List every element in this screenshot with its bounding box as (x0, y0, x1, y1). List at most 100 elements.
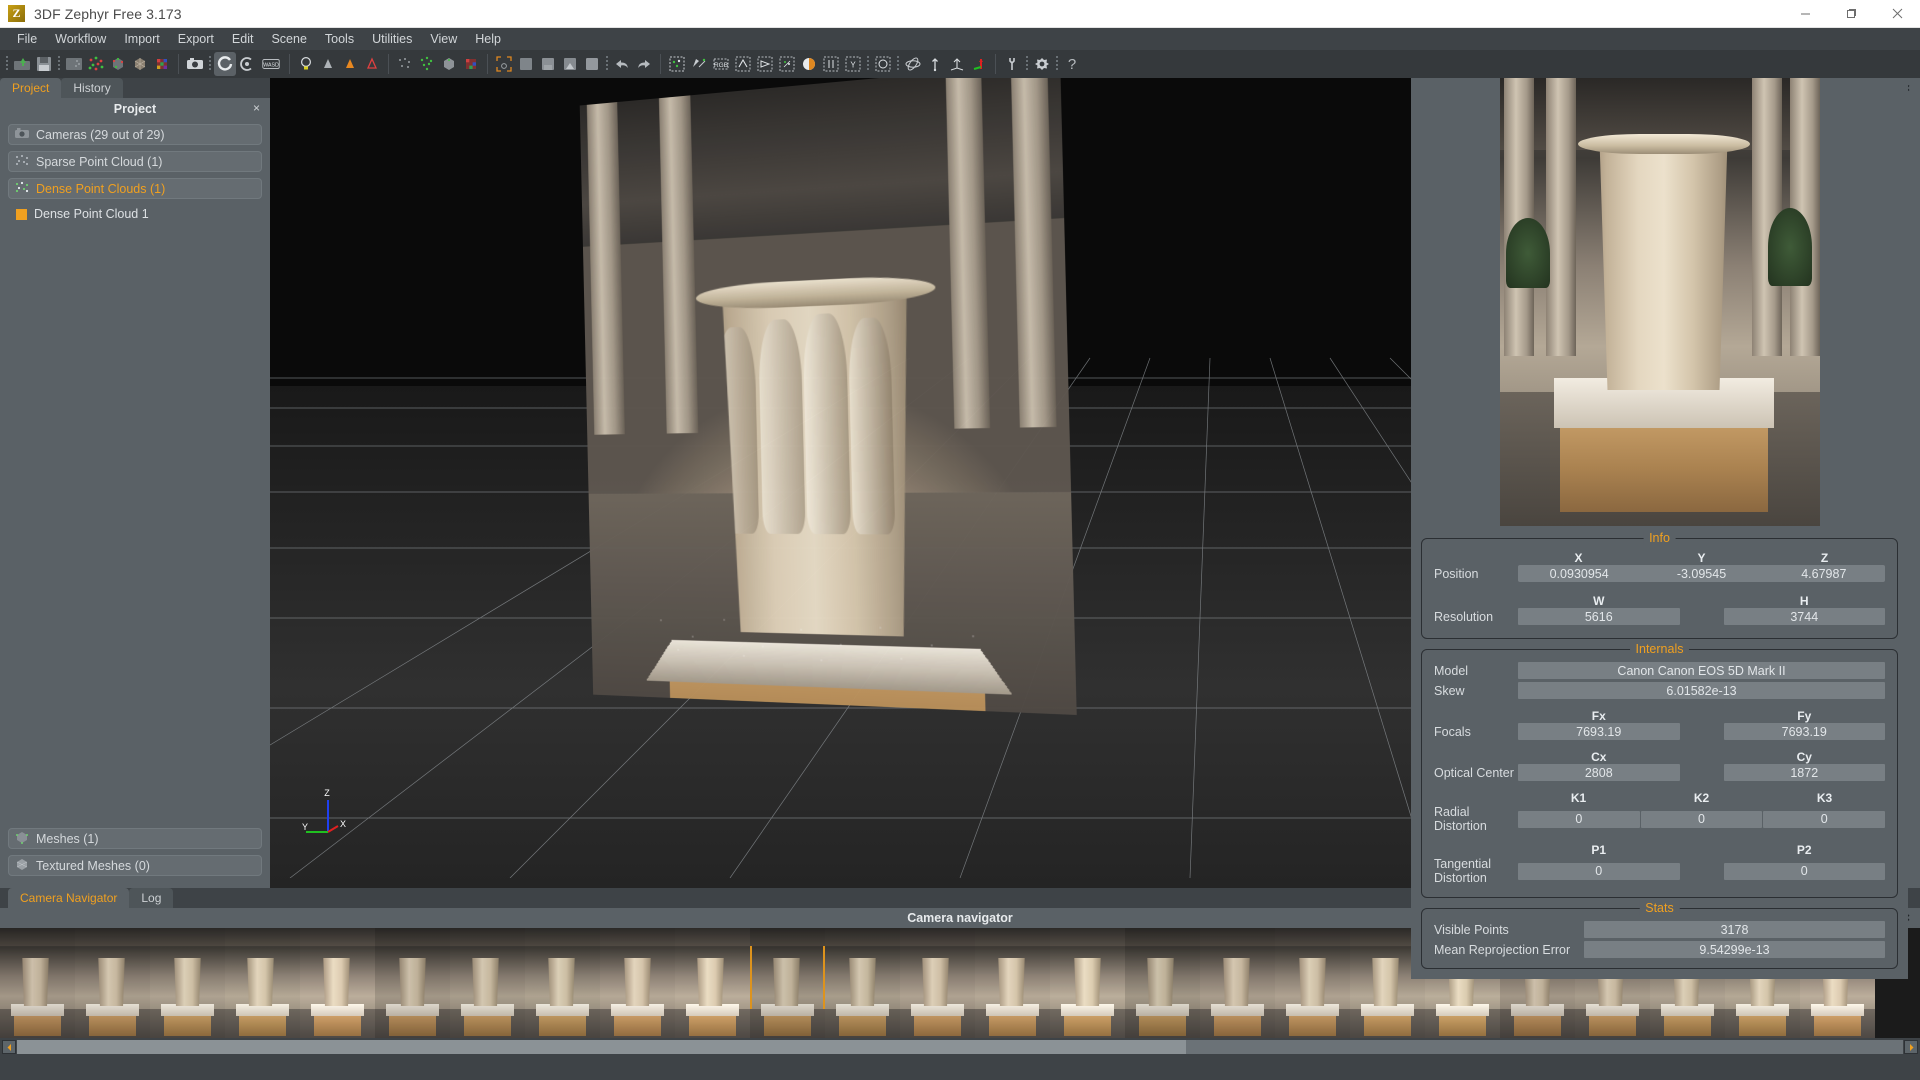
menu-view[interactable]: View (421, 29, 466, 49)
minimize-icon[interactable] (1782, 0, 1828, 28)
settings-gear-icon[interactable] (1031, 52, 1053, 76)
camera-thumbnail[interactable] (1275, 928, 1350, 1038)
camera-snapshot-icon[interactable] (184, 52, 206, 76)
cone-red-icon[interactable] (361, 52, 383, 76)
rgb-icon[interactable]: RGB (710, 52, 732, 76)
camera-thumbnail[interactable] (600, 928, 675, 1038)
camera-thumbnail[interactable] (1125, 928, 1200, 1038)
camera-thumbnail[interactable] (75, 928, 150, 1038)
camera-cone-icon[interactable] (754, 52, 776, 76)
filmstrip-scrollbar[interactable] (0, 1038, 1920, 1056)
resolution-header-h: H (1799, 594, 1809, 608)
tree-node-meshes[interactable]: Meshes (1) (8, 828, 262, 849)
open-project-icon[interactable] (11, 52, 33, 76)
tree-node-cameras[interactable]: Cameras (29 out of 29) (8, 124, 262, 145)
tab-project[interactable]: Project (0, 78, 62, 98)
menu-help[interactable]: Help (466, 29, 510, 49)
help-question-icon[interactable]: ? (1061, 52, 1083, 76)
maximize-icon[interactable] (1828, 0, 1874, 28)
camera-thumbnail[interactable] (1050, 928, 1125, 1038)
scroll-right-button[interactable] (1904, 1040, 1918, 1054)
tab-log[interactable]: Log (129, 888, 174, 908)
render-shaded-icon[interactable] (515, 52, 537, 76)
tab-history[interactable]: History (61, 78, 123, 98)
tree-node-textured-meshes[interactable]: Textured Meshes (0) (8, 855, 262, 876)
select-points-icon[interactable] (666, 52, 688, 76)
scrollbar-thumb[interactable] (17, 1040, 1187, 1054)
points-dense-icon[interactable] (416, 52, 438, 76)
textured-mesh-icon[interactable] (151, 52, 173, 76)
camera-thumbnail[interactable] (525, 928, 600, 1038)
render-solid-icon[interactable] (581, 52, 603, 76)
menu-edit[interactable]: Edit (223, 29, 263, 49)
measure-icon[interactable] (732, 52, 754, 76)
tools-wrench-icon[interactable] (1001, 52, 1023, 76)
undo-icon[interactable] (611, 52, 633, 76)
camera-thumbnail[interactable] (750, 928, 825, 1038)
menu-workflow[interactable]: Workflow (46, 29, 115, 49)
camera-thumbnail[interactable] (675, 928, 750, 1038)
resolution-header-w: W (1593, 594, 1605, 608)
toolbar-grip[interactable] (55, 53, 63, 75)
camera-thumbnail[interactable] (975, 928, 1050, 1038)
camera-thumbnail[interactable] (825, 928, 900, 1038)
textured-cube-icon[interactable] (460, 52, 482, 76)
tab-camera-navigator[interactable]: Camera Navigator (8, 888, 130, 908)
light-bulb-icon[interactable] (295, 52, 317, 76)
cone-orange-icon[interactable] (339, 52, 361, 76)
orbit-center-icon[interactable] (902, 52, 924, 76)
control-points-icon[interactable] (872, 52, 894, 76)
toolbar-grip[interactable] (3, 53, 11, 75)
filter-points-icon[interactable] (776, 52, 798, 76)
menu-scene[interactable]: Scene (262, 29, 315, 49)
tree-node-dense-point-clouds[interactable]: Dense Point Clouds (1) (8, 178, 262, 199)
render-flat-icon[interactable] (537, 52, 559, 76)
toolbar-grip[interactable] (1053, 53, 1061, 75)
redo-icon[interactable] (633, 52, 655, 76)
points-small-icon[interactable] (394, 52, 416, 76)
menu-file[interactable]: File (8, 29, 46, 49)
toolbar-grip[interactable] (894, 53, 902, 75)
axis-gizmo-icon[interactable] (968, 52, 990, 76)
sparse-cloud-icon[interactable] (85, 52, 107, 76)
orbit-navigation-icon[interactable] (214, 52, 236, 76)
camera-thumbnail[interactable] (375, 928, 450, 1038)
scale-icon[interactable] (924, 52, 946, 76)
render-smooth-icon[interactable] (559, 52, 581, 76)
close-icon[interactable] (1874, 0, 1920, 28)
select-cameras-icon[interactable] (688, 52, 710, 76)
toolbar-grip[interactable] (206, 53, 214, 75)
mesh-icon[interactable] (129, 52, 151, 76)
toolbar-grip[interactable] (864, 53, 872, 75)
bounding-box-icon[interactable] (493, 52, 515, 76)
menu-export[interactable]: Export (169, 29, 223, 49)
menu-import[interactable]: Import (115, 29, 168, 49)
tree-node-sparse-point-cloud[interactable]: Sparse Point Cloud (1) (8, 151, 262, 172)
contrast-icon[interactable] (798, 52, 820, 76)
save-project-icon[interactable] (33, 52, 55, 76)
solid-cube-icon[interactable] (438, 52, 460, 76)
camera-thumbnail[interactable] (150, 928, 225, 1038)
list-item-dense-point-cloud-1[interactable]: Dense Point Cloud 1 (8, 205, 262, 223)
scroll-left-button[interactable] (2, 1040, 16, 1054)
dense-cloud-icon[interactable] (107, 52, 129, 76)
import-photos-icon[interactable] (63, 52, 85, 76)
axis-constraint-icon[interactable]: Y (842, 52, 864, 76)
turntable-navigation-icon[interactable] (236, 52, 258, 76)
camera-thumbnail[interactable] (1200, 928, 1275, 1038)
clipping-icon[interactable] (820, 52, 842, 76)
camera-thumbnail[interactable] (900, 928, 975, 1038)
wasd-navigation-icon[interactable]: WASD (258, 52, 284, 76)
project-panel-close-icon[interactable]: × (253, 101, 260, 115)
toolbar-grip[interactable] (1023, 53, 1031, 75)
menu-tools[interactable]: Tools (316, 29, 363, 49)
toolbar-grip[interactable] (603, 53, 611, 75)
camera-thumbnail[interactable] (450, 928, 525, 1038)
camera-thumbnail[interactable] (300, 928, 375, 1038)
scrollbar-track[interactable] (17, 1040, 1903, 1054)
reference-system-icon[interactable] (946, 52, 968, 76)
cone-gray-icon[interactable] (317, 52, 339, 76)
camera-thumbnail[interactable] (225, 928, 300, 1038)
menu-utilities[interactable]: Utilities (363, 29, 421, 49)
camera-thumbnail[interactable] (0, 928, 75, 1038)
